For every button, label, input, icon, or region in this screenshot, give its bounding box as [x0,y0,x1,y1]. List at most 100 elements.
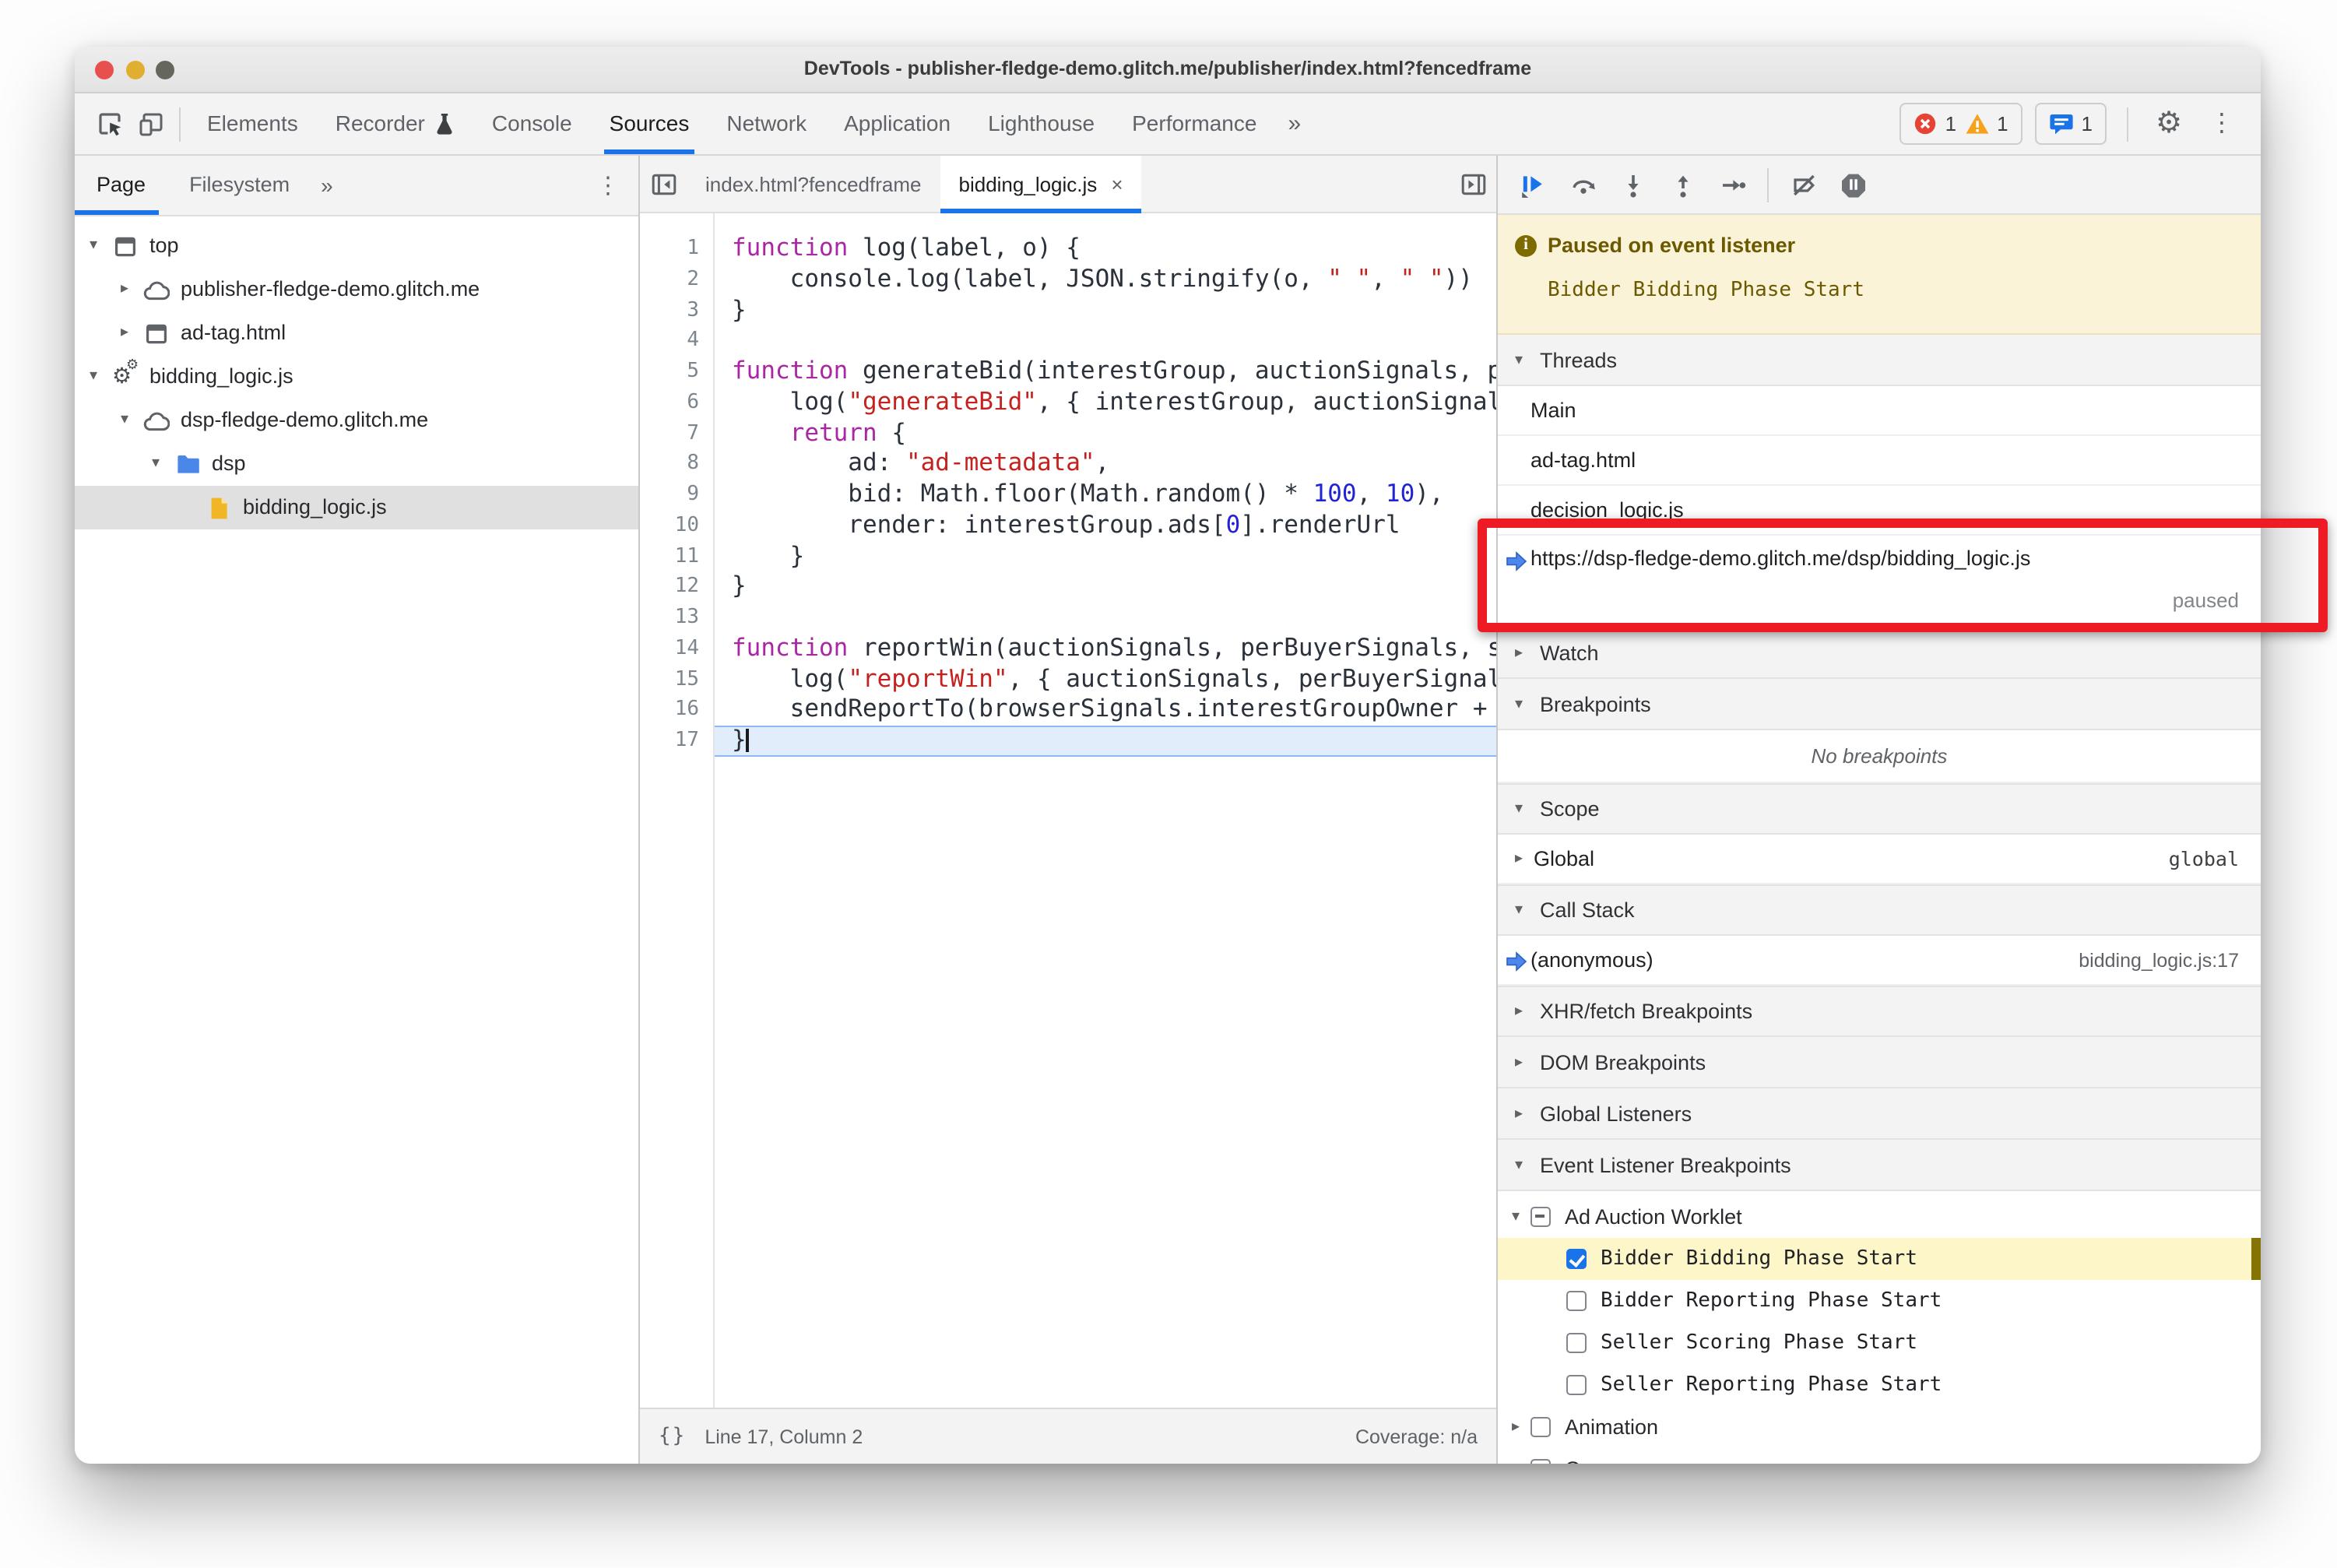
thread-item-main[interactable]: Main [1498,386,2261,436]
tab-filesystem[interactable]: Filesystem [167,156,311,215]
line-number[interactable]: 9 [640,480,713,511]
section-dom-breakpoints[interactable]: ▸ DOM Breakpoints [1498,1037,2261,1088]
section-event-listener-breakpoints[interactable]: ▾ Event Listener Breakpoints [1498,1140,2261,1191]
section-global-listeners[interactable]: ▸ Global Listeners [1498,1088,2261,1140]
window-title-bar[interactable]: DevTools - publisher-fledge-demo.glitch.… [75,47,2261,93]
section-threads[interactable]: ▾ Threads [1498,335,2261,386]
chevron-down-icon[interactable]: ▾ [1507,1208,1524,1225]
step-out-button[interactable] [1660,163,1705,206]
tree-item-label: bidding_logic.js [149,364,293,388]
next-editor-tab-icon[interactable] [1450,156,1496,212]
line-number[interactable]: 15 [640,664,713,695]
line-number[interactable]: 17 [640,726,713,757]
event-breakpoint-seller-reporting-phase-start[interactable]: Seller Reporting Phase Start [1498,1364,2261,1406]
line-number[interactable]: 7 [640,418,713,449]
section-breakpoints[interactable]: ▾ Breakpoints [1498,679,2261,730]
event-breakpoint-ad-auction-worklet[interactable]: ▾ Ad Auction Worklet [1498,1196,2261,1238]
line-number[interactable]: 10 [640,511,713,542]
more-panels-chevron[interactable]: » [1275,111,1313,137]
line-number[interactable]: 4 [640,326,713,357]
tree-expand-arrow-icon[interactable]: ▾ [84,237,103,254]
line-number[interactable]: 11 [640,541,713,572]
section-xhr-breakpoints[interactable]: ▸ XHR/fetch Breakpoints [1498,986,2261,1037]
thread-item-decision-logic-js[interactable]: decision_logic.js [1498,486,2261,536]
tree-item-top[interactable]: ▾ top [75,224,638,268]
event-breakpoint-bidder-reporting-phase-start[interactable]: Bidder Reporting Phase Start [1498,1280,2261,1322]
thread-item-active[interactable]: https://dsp-fledge-demo.glitch.me/dsp/bi… [1498,536,2261,628]
line-number[interactable]: 1 [640,234,713,265]
step-over-button[interactable] [1560,163,1605,206]
editor-tab-bidding-logic[interactable]: bidding_logic.js × [940,156,1142,213]
section-call-stack[interactable]: ▾ Call Stack [1498,884,2261,936]
pause-on-exceptions-button[interactable] [1831,163,1876,206]
close-tab-icon[interactable]: × [1111,172,1123,195]
event-breakpoint-seller-scoring-phase-start[interactable]: Seller Scoring Phase Start [1498,1322,2261,1364]
editor-tab-index[interactable]: index.html?fencedframe [687,156,940,212]
event-breakpoint-animation[interactable]: ▸ Animation [1498,1406,2261,1448]
hide-navigator-icon[interactable] [640,156,687,212]
code-editor[interactable]: 1 function log(label, o) {2 console.log(l… [640,213,1496,1408]
tab-network[interactable]: Network [708,93,825,154]
tab-console[interactable]: Console [473,93,591,154]
tree-item-dsp-fledge-demo-glitch-me[interactable]: ▾ dsp-fledge-demo.glitch.me [75,399,638,442]
pretty-print-icon[interactable]: {} [659,1425,686,1448]
event-breakpoint-canvas[interactable]: ▸ Canvas [1498,1448,2261,1464]
thread-item-ad-tag-html[interactable]: ad-tag.html [1498,436,2261,486]
inspect-element-icon[interactable] [90,104,131,144]
line-number[interactable]: 13 [640,603,713,634]
tree-expand-arrow-icon[interactable]: ▾ [146,455,165,472]
line-content: bid: Math.floor(Math.random() * 100, 10)… [732,480,1444,508]
tab-elements[interactable]: Elements [188,93,317,154]
line-number[interactable]: 8 [640,449,713,480]
line-number[interactable]: 2 [640,265,713,296]
call-stack-frame[interactable]: (anonymous) bidding_logic.js:17 [1498,936,2261,986]
tree-item-bidding-logic-js[interactable]: ▾ ⚙ ⚙ bidding_logic.js [75,355,638,399]
tree-item-publisher-fledge-demo-glitch-me[interactable]: ▸ publisher-fledge-demo.glitch.me [75,268,638,311]
checkbox-indeterminate[interactable] [1530,1207,1551,1227]
tree-expand-arrow-icon[interactable]: ▾ [84,367,103,385]
tab-sources[interactable]: Sources [591,93,708,154]
checkbox-unchecked[interactable] [1566,1333,1587,1353]
resume-script-button[interactable] [1510,163,1555,206]
tree-item-dsp[interactable]: ▾ dsp [75,442,638,486]
tab-application[interactable]: Application [825,93,969,154]
tree-collapse-arrow-icon[interactable]: ▸ [115,280,134,297]
deactivate-breakpoints-button[interactable] [1781,163,1826,206]
line-number[interactable]: 6 [640,388,713,419]
errors-warnings-badge[interactable]: 1 1 [1899,103,2022,145]
checkbox-checked[interactable] [1566,1249,1587,1269]
kebab-menu-icon[interactable]: ⋮ [2202,104,2242,144]
step-button[interactable] [1710,163,1755,206]
line-number[interactable]: 16 [640,695,713,726]
line-number[interactable]: 14 [640,634,713,665]
checkbox-unchecked[interactable] [1530,1417,1551,1437]
checkbox-unchecked[interactable] [1566,1375,1587,1395]
section-scope[interactable]: ▾ Scope [1498,783,2261,835]
line-number[interactable]: 3 [640,295,713,326]
tab-recorder[interactable]: Recorder [317,93,473,154]
event-breakpoint-bidder-bidding-phase-start[interactable]: Bidder Bidding Phase Start [1498,1238,2261,1280]
checkbox-unchecked[interactable] [1530,1459,1551,1464]
section-watch[interactable]: ▸ Watch [1498,628,2261,679]
device-toolbar-icon[interactable] [131,104,171,144]
tree-item-bidding-logic-js[interactable]: bidding_logic.js [75,486,638,529]
tab-performance[interactable]: Performance [1113,93,1275,154]
navigator-kebab-menu-icon[interactable]: ⋮ [596,171,638,199]
chevron-right-icon[interactable]: ▸ [1507,1461,1524,1464]
tree-collapse-arrow-icon[interactable]: ▸ [115,324,134,341]
step-into-button[interactable] [1610,163,1655,206]
editor-status-bar: {} Line 17, Column 2 Coverage: n/a [640,1408,1496,1464]
line-number[interactable]: 12 [640,572,713,603]
checkbox-unchecked[interactable] [1566,1291,1587,1311]
tree-expand-arrow-icon[interactable]: ▾ [115,411,134,428]
tab-page[interactable]: Page [75,156,167,215]
folder-icon [174,451,201,477]
settings-gear-icon[interactable]: ⚙ [2149,104,2189,144]
tab-lighthouse[interactable]: Lighthouse [969,93,1113,154]
chevron-right-icon[interactable]: ▸ [1507,1419,1524,1436]
more-navigator-tabs-chevron[interactable]: » [311,173,343,198]
tree-item-ad-tag-html[interactable]: ▸ ad-tag.html [75,311,638,355]
line-number[interactable]: 5 [640,357,713,388]
scope-row-global[interactable]: ▸ Global global [1498,835,2261,884]
issues-badge[interactable]: 1 [2034,103,2107,145]
